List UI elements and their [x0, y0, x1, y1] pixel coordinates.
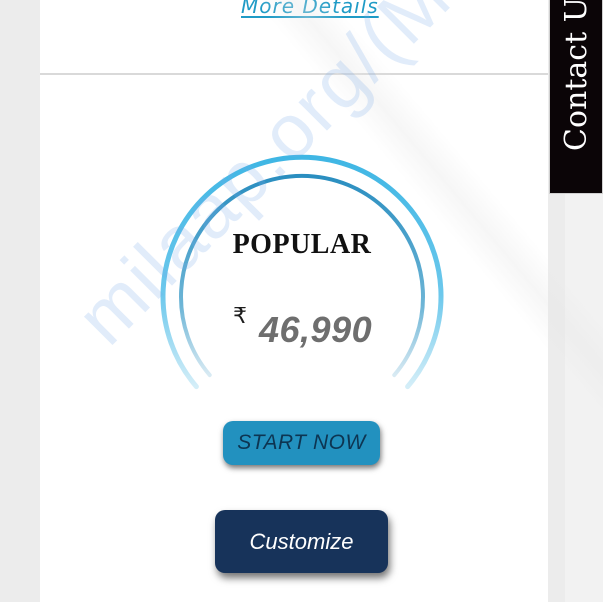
- contact-us-label: Contact U: [558, 0, 594, 151]
- contact-us-tab[interactable]: Contact U: [549, 0, 603, 194]
- price-ring-graphic: [160, 154, 444, 390]
- start-now-button[interactable]: START NOW: [223, 421, 380, 465]
- price-ring-badge: [160, 148, 444, 432]
- plan-name: POPULAR: [232, 229, 372, 260]
- currency-symbol: ₹: [233, 304, 247, 329]
- plan-price: 46,990: [259, 309, 373, 350]
- customize-button[interactable]: Customize: [215, 510, 388, 573]
- outer-ring-arc: [160, 154, 444, 390]
- more-details-link[interactable]: More Details: [241, 0, 379, 18]
- section-divider: [40, 73, 548, 75]
